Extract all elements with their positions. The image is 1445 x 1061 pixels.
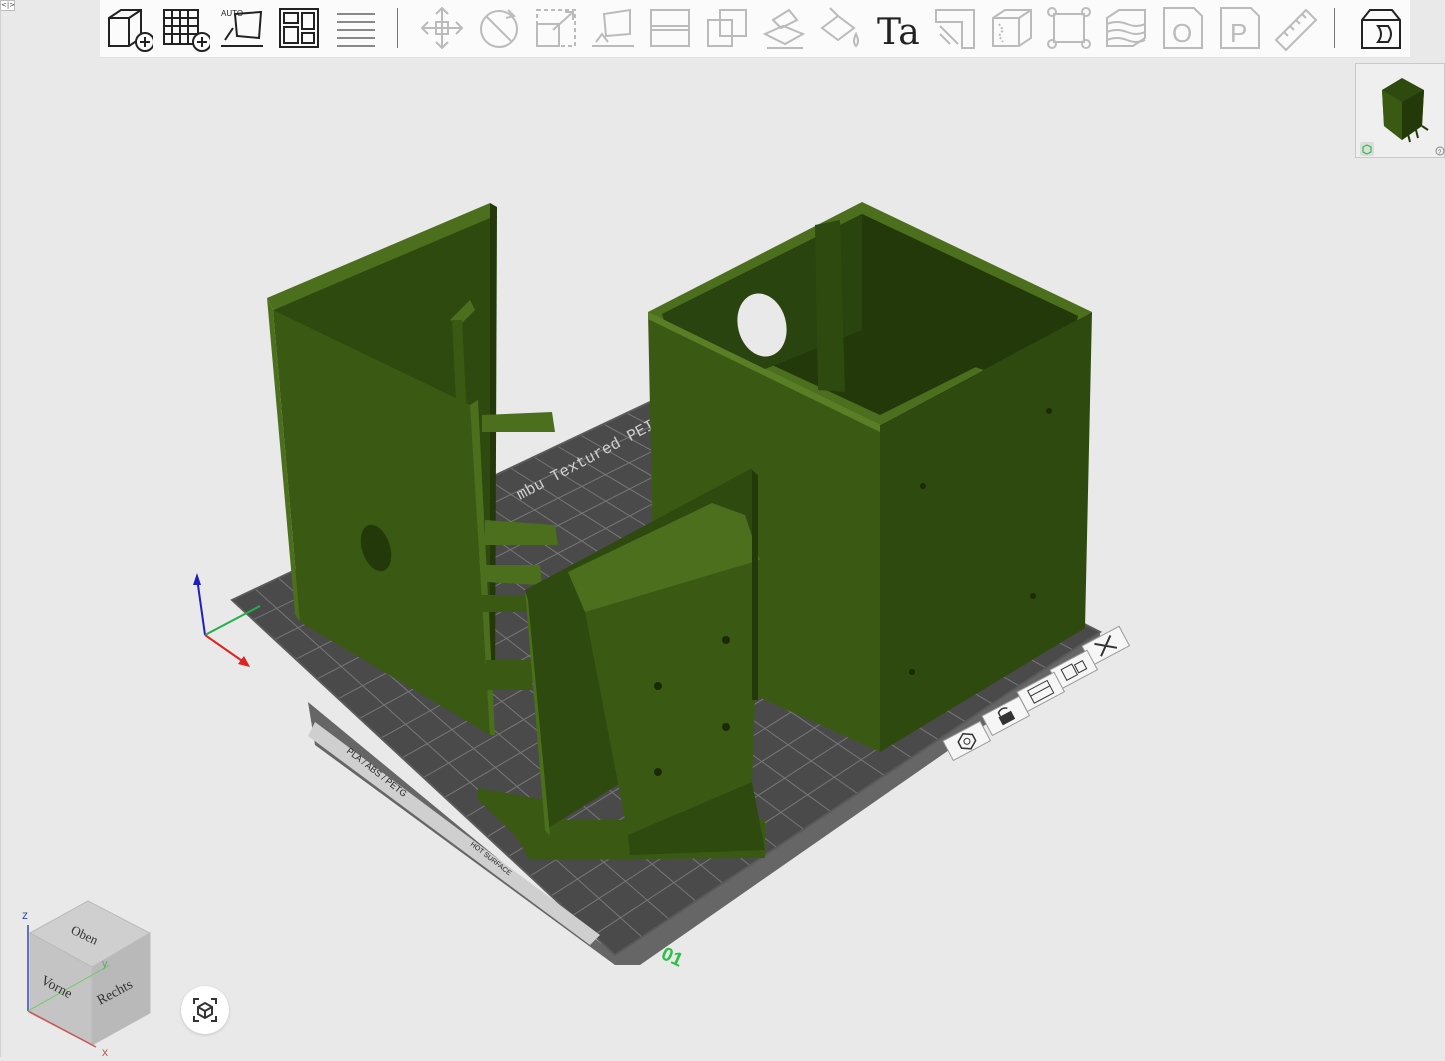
seam-icon[interactable] [930,4,980,52]
plate-p-icon[interactable]: P [1215,4,1265,52]
toolbar-separator [397,8,398,48]
arrange-icon[interactable] [274,4,324,52]
navcube-axis-y: y [102,958,108,970]
lay-on-face-icon[interactable] [588,4,638,52]
scale-icon[interactable] [531,4,581,52]
support-paint-icon[interactable] [759,4,809,52]
add-plate-icon[interactable] [160,4,212,52]
ruler-icon[interactable] [1272,4,1322,52]
plate-p-label: P [1230,18,1247,48]
add-object-icon[interactable] [103,4,155,52]
thumbnail-cube-icon [1360,142,1374,156]
navigation-cube[interactable]: z y x Oben Vorne Rechts [10,895,170,1059]
fit-view-icon [193,998,217,1022]
text-tool-label: Ta [877,12,920,52]
variable-height-icon[interactable] [1044,4,1094,52]
assembly-view-icon[interactable] [1356,4,1406,52]
split-layers-icon[interactable] [331,4,381,52]
color-paint-icon[interactable] [816,4,866,52]
measure-range-icon[interactable] [1101,4,1151,52]
axis-gizmo [193,573,261,667]
boolean-icon[interactable] [702,4,752,52]
fuzzy-skin-icon[interactable] [987,4,1037,52]
fit-view-button[interactable] [181,986,229,1034]
navcube-axis-x: x [102,1045,108,1057]
navcube-axis-z: z [22,908,28,922]
cut-icon[interactable] [645,4,695,52]
plate-o-label: O [1172,18,1192,48]
rotate-icon[interactable] [474,4,524,52]
object-thumbnail[interactable]: ? [1355,63,1445,158]
auto-orient-icon[interactable]: AUTO [217,4,267,52]
text-icon[interactable]: Ta [873,4,923,53]
move-icon[interactable] [417,4,467,52]
plate-o-icon[interactable]: O [1158,4,1208,52]
3d-viewport[interactable]: PLA / ABS / PETG HOT SURFACE mbu Texture… [0,0,1445,1057]
main-toolbar: AUTO Ta O P [100,0,1410,58]
toolbar-separator [1334,8,1335,48]
